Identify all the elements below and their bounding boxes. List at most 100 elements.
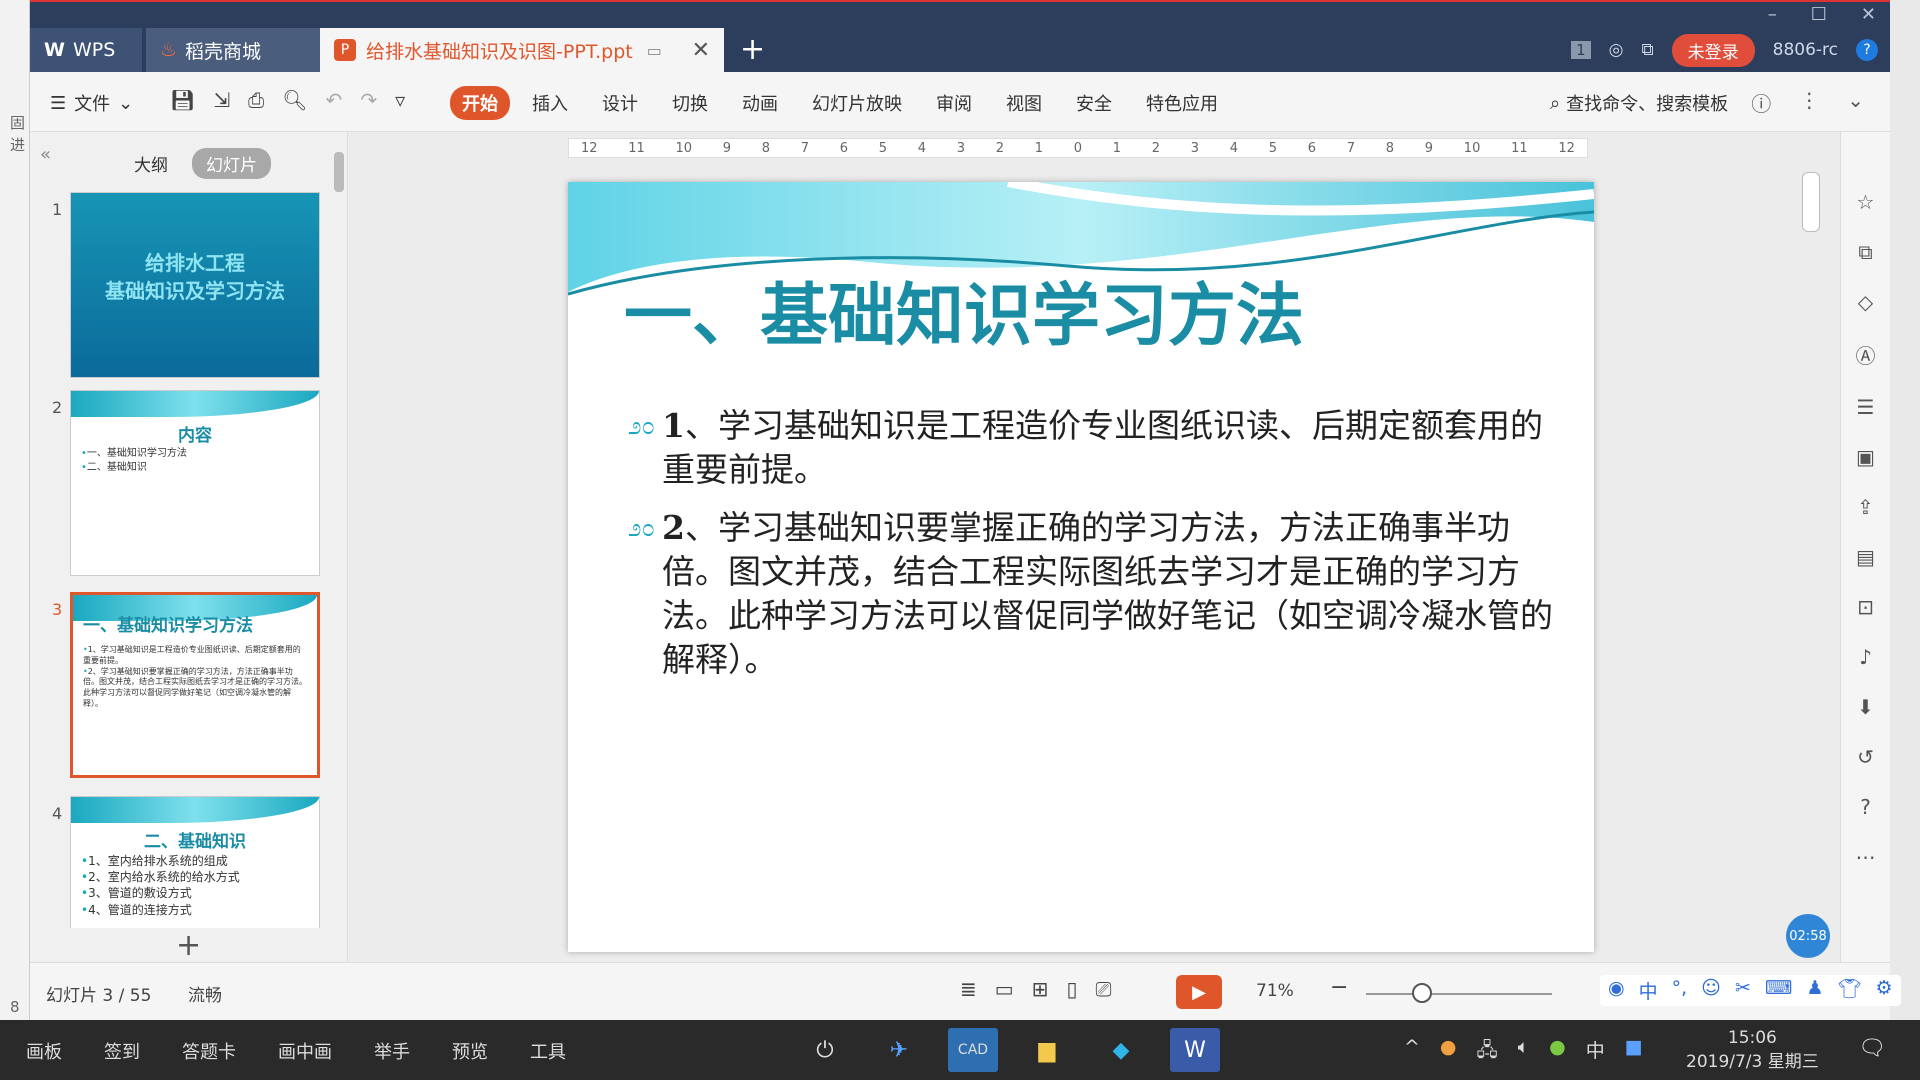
more-icon[interactable]: ⋯ <box>1856 845 1876 869</box>
tab-design[interactable]: 设计 <box>590 86 650 120</box>
tab-docer-store[interactable]: ♨ 稻壳商城 <box>146 28 342 72</box>
help-icon[interactable]: ? <box>1856 39 1878 61</box>
user-label[interactable]: 8806-rc <box>1773 40 1838 60</box>
slide-title[interactable]: 一、基础知识学习方法 <box>624 260 1304 359</box>
gallery-icon[interactable]: ▣ <box>1856 445 1875 469</box>
slide-thumbnail-3[interactable]: 一、基础知识学习方法 1、学习基础知识是工程造价专业图纸识读、后期定额套用的重要… <box>70 592 320 778</box>
taskbar-item[interactable]: 签到 <box>104 1038 140 1064</box>
print-icon[interactable]: ⎙ <box>248 88 264 112</box>
slide-thumbnail-1[interactable]: 给排水工程 基础知识及学习方法 <box>70 192 320 378</box>
settings-icon[interactable]: ⚙ <box>1876 977 1893 1004</box>
current-slide[interactable]: 一、基础知识学习方法 ೨೦ 1、学习基础知识是工程造价专业图纸识读、后期定额套用… <box>568 182 1594 952</box>
share-icon[interactable]: ⇪ <box>1857 495 1874 519</box>
taskbar-item[interactable]: 画板 <box>26 1038 62 1064</box>
vertical-scrollbar[interactable] <box>1802 172 1820 232</box>
tray-chevron-icon[interactable]: ^ <box>1404 1036 1420 1068</box>
audio-icon[interactable]: ♪ <box>1859 645 1872 669</box>
slide-body-text[interactable]: ೨೦ 1、学习基础知识是工程造价专业图纸识读、后期定额套用的重要前提。 ೨೦ 2… <box>628 404 1568 696</box>
notes-icon[interactable]: ≣ <box>960 977 977 1001</box>
scissors-icon[interactable]: ✂ <box>1735 977 1751 1004</box>
skin-icon[interactable]: 👕︎ <box>1837 977 1861 1004</box>
zoom-out-icon[interactable]: − <box>1330 975 1348 1000</box>
text-style-icon[interactable]: Ⓐ <box>1856 340 1876 369</box>
theme-name[interactable]: 流畅 <box>188 981 222 1006</box>
ime-tray-label[interactable]: 中 <box>1586 1036 1605 1068</box>
tab-slideshow[interactable]: 幻灯片放映 <box>800 86 914 120</box>
reading-view-icon[interactable]: ▯ <box>1066 977 1077 1001</box>
download-icon[interactable]: ⬇ <box>1857 695 1874 719</box>
clock[interactable]: 15:06 2019/7/3 星期三 <box>1686 1026 1819 1074</box>
tab-review[interactable]: 审阅 <box>924 86 984 120</box>
record-icon[interactable]: ⎚ <box>1095 977 1111 1001</box>
zoom-level[interactable]: 71% <box>1256 981 1294 1001</box>
close-window-icon[interactable]: ✕ <box>1861 4 1876 25</box>
timer-badge[interactable]: 02:58 <box>1786 914 1830 958</box>
punctuation-icon[interactable]: °, <box>1672 977 1688 1004</box>
login-button[interactable]: 未登录 <box>1671 33 1755 67</box>
ime-mode-label[interactable]: 中 <box>1639 977 1658 1004</box>
zoom-slider-track[interactable] <box>1366 993 1552 995</box>
monitor-icon[interactable]: ▭ <box>647 41 662 60</box>
shape-icon[interactable]: ◇ <box>1858 290 1873 314</box>
keyboard-icon[interactable]: ⌨ <box>1765 977 1792 1004</box>
collapse-panel-icon[interactable]: « <box>40 144 51 165</box>
tray-app-icon[interactable]: ● <box>1440 1036 1457 1068</box>
slide-thumbnail-2[interactable]: 内容 一、基础知识学习方法 二、基础知识 <box>70 390 320 576</box>
undo-icon[interactable]: ↶ <box>326 88 343 112</box>
ime-logo-icon[interactable]: ◉ <box>1608 977 1625 1004</box>
more-icon[interactable]: ⋮ <box>1799 88 1819 117</box>
add-slide-button[interactable]: + <box>176 928 201 963</box>
cad-icon[interactable]: ✈ <box>874 1028 924 1072</box>
tab-document[interactable]: P 给排水基础知识及识图-PPT.ppt ▭ ✕ <box>320 28 724 72</box>
redo-icon[interactable]: ↷ <box>360 88 377 112</box>
print-preview-icon[interactable]: 🔍︎ <box>282 88 307 112</box>
customize-icon[interactable]: ▿ <box>395 88 405 112</box>
tray-green-icon[interactable]: ● <box>1549 1036 1566 1068</box>
command-search[interactable]: ⌕ 查找命令、搜索模板 <box>1550 90 1728 116</box>
volume-icon[interactable]: 🔈︎ <box>1518 1036 1529 1068</box>
normal-view-icon[interactable]: ▭ <box>995 977 1014 1001</box>
cad-app-icon[interactable]: CAD <box>948 1028 998 1072</box>
minimize-icon[interactable]: – <box>1768 4 1777 25</box>
tab-special[interactable]: 特色应用 <box>1134 86 1230 120</box>
collapse-ribbon-icon[interactable]: ⌄ <box>1847 88 1864 117</box>
tab-slides[interactable]: 幻灯片 <box>192 148 271 179</box>
save-icon[interactable]: 💾︎ <box>170 88 195 112</box>
app-icon[interactable]: ◆ <box>1096 1028 1146 1072</box>
history-icon[interactable]: ↺ <box>1857 745 1874 769</box>
tab-view[interactable]: 视图 <box>994 86 1054 120</box>
taskbar-item[interactable]: 预览 <box>452 1038 488 1064</box>
image-icon[interactable]: ⊡ <box>1857 595 1874 619</box>
panel-scrollbar[interactable] <box>334 152 344 192</box>
window-mode-icon[interactable]: ⧉ <box>1641 40 1653 60</box>
tab-home[interactable]: 开始 <box>450 86 510 120</box>
tab-transition[interactable]: 切换 <box>660 86 720 120</box>
help-circle-icon[interactable]: ⓘ <box>1751 88 1771 117</box>
copy-icon[interactable]: ⧉ <box>1858 240 1872 264</box>
network-icon[interactable]: 🖧︎ <box>1477 1036 1498 1068</box>
tab-outline[interactable]: 大纲 <box>120 148 182 179</box>
slide-thumbnail-4[interactable]: 二、基础知识 1、室内给排水系统的组成 2、室内给水系统的给水方式 3、管道的敷… <box>70 796 320 928</box>
pin-icon[interactable]: ☆ <box>1857 190 1875 214</box>
taskbar-item[interactable]: 工具 <box>530 1038 566 1064</box>
play-slideshow-button[interactable]: ▶ <box>1176 975 1222 1009</box>
notification-icon[interactable]: 🗨︎ <box>1858 1036 1886 1061</box>
help-icon[interactable]: ? <box>1860 795 1871 819</box>
archive-icon[interactable]: ▤ <box>1856 545 1875 569</box>
tab-security[interactable]: 安全 <box>1064 86 1124 120</box>
maximize-icon[interactable]: ☐ <box>1811 4 1827 25</box>
power-icon[interactable]: ⏻ <box>800 1028 850 1072</box>
add-tab-button[interactable]: + <box>740 32 765 67</box>
taskbar-item[interactable]: 画中画 <box>278 1038 332 1064</box>
close-tab-icon[interactable]: ✕ <box>692 38 710 63</box>
tab-animation[interactable]: 动画 <box>730 86 790 120</box>
taskbar-item[interactable]: 举手 <box>374 1038 410 1064</box>
tray-user-icon[interactable]: ■ <box>1625 1036 1643 1068</box>
user-icon[interactable]: ♟ <box>1806 977 1823 1004</box>
skin-icon[interactable]: ◎ <box>1609 40 1624 60</box>
page-badge[interactable]: 1 <box>1571 41 1591 59</box>
tab-insert[interactable]: 插入 <box>520 86 580 120</box>
zoom-slider-handle[interactable] <box>1411 983 1432 1003</box>
folder-icon[interactable]: ▆ <box>1022 1028 1072 1072</box>
properties-icon[interactable]: ☰ <box>1857 395 1875 419</box>
